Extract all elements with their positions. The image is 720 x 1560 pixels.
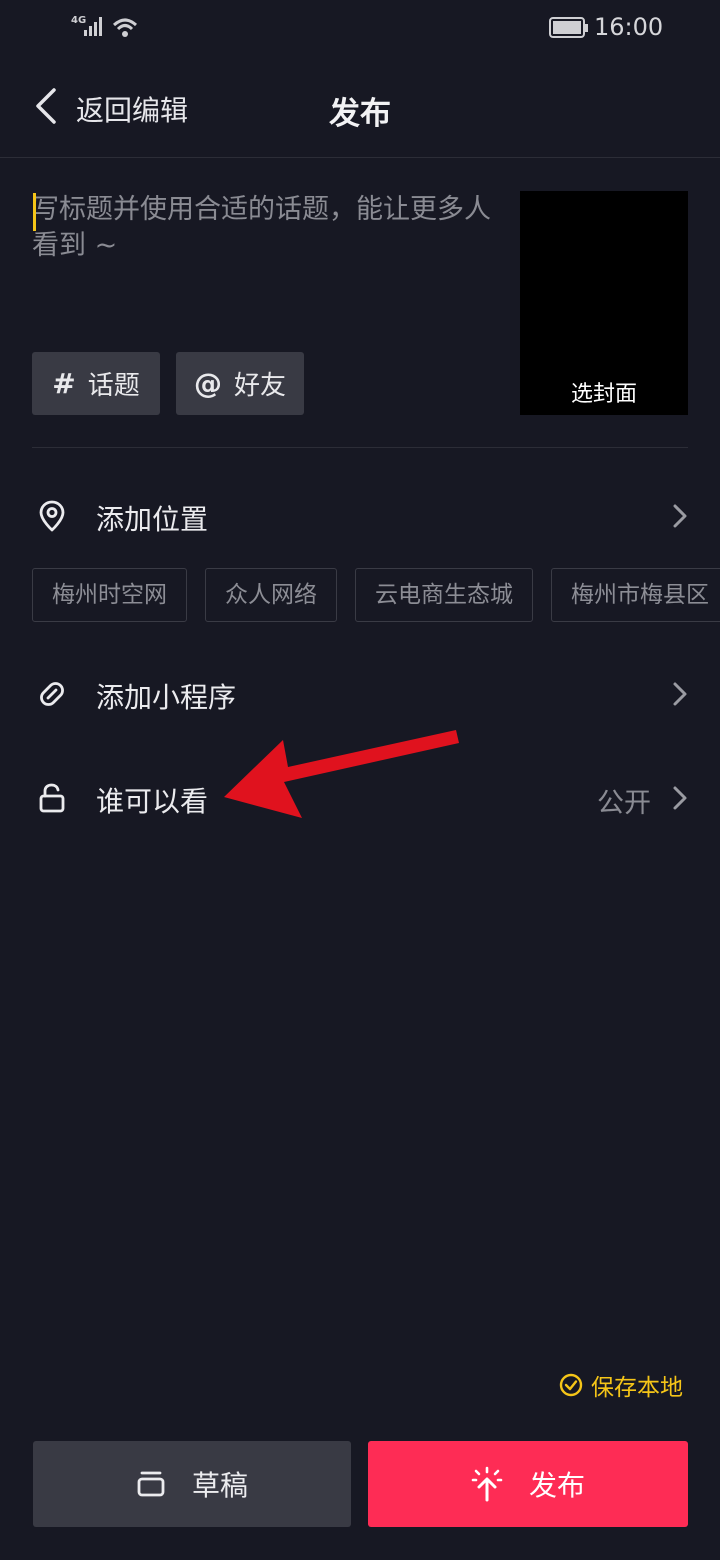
save-local-label: 保存本地: [591, 1375, 683, 1401]
status-time: 16:00: [594, 13, 664, 41]
lock-open-icon: [39, 783, 65, 813]
page-title: 发布: [329, 96, 391, 132]
chevron-right-icon[interactable]: [670, 502, 690, 530]
title-input[interactable]: 写标题并使用合适的话题，能让更多人看到 ~: [32, 192, 502, 264]
publish-label: 发布: [528, 1469, 585, 1502]
add-mini-program-row[interactable]: 添加小程序: [96, 676, 236, 716]
chevron-right-icon[interactable]: [670, 680, 690, 708]
hashtag-icon: #: [52, 367, 76, 400]
location-tag[interactable]: 众人网络: [205, 568, 337, 622]
battery-icon: [549, 17, 588, 38]
draft-label: 草稿: [191, 1469, 248, 1502]
publish-button[interactable]: 发布: [368, 1441, 688, 1527]
location-tag[interactable]: 梅州时空网: [32, 568, 187, 622]
draft-button[interactable]: 草稿: [33, 1441, 351, 1527]
topic-label: 话题: [87, 371, 140, 401]
text-cursor: [33, 193, 36, 231]
link-icon: [40, 682, 64, 706]
location-tag[interactable]: 梅州市梅县区: [551, 568, 720, 622]
visibility-value[interactable]: 公开: [597, 781, 651, 820]
visibility-row[interactable]: 谁可以看: [96, 780, 208, 820]
signal-icon: [84, 17, 102, 36]
at-icon: @: [193, 367, 222, 400]
check-circle-icon: [559, 1373, 583, 1397]
location-pin-icon: [39, 500, 65, 532]
drafts-box-icon: [137, 1471, 165, 1497]
wifi-icon: [112, 18, 138, 37]
mention-friend-button[interactable]: @ 好友: [176, 352, 304, 415]
divider: [0, 157, 720, 158]
topic-button[interactable]: # 话题: [32, 352, 160, 415]
location-suggestions: 梅州时空网 众人网络 云电商生态城 梅州市梅县区: [32, 568, 720, 622]
location-tag[interactable]: 云电商生态城: [355, 568, 533, 622]
divider: [32, 447, 688, 448]
save-local-toggle[interactable]: 保存本地: [559, 1369, 683, 1401]
publish-icon: [471, 1466, 503, 1502]
add-location-row[interactable]: 添加位置: [96, 498, 208, 538]
friend-label: 好友: [233, 371, 286, 401]
status-bar: 4G 16:00: [0, 0, 720, 56]
select-cover-label[interactable]: 选封面: [520, 376, 688, 408]
chevron-right-icon[interactable]: [670, 784, 690, 812]
